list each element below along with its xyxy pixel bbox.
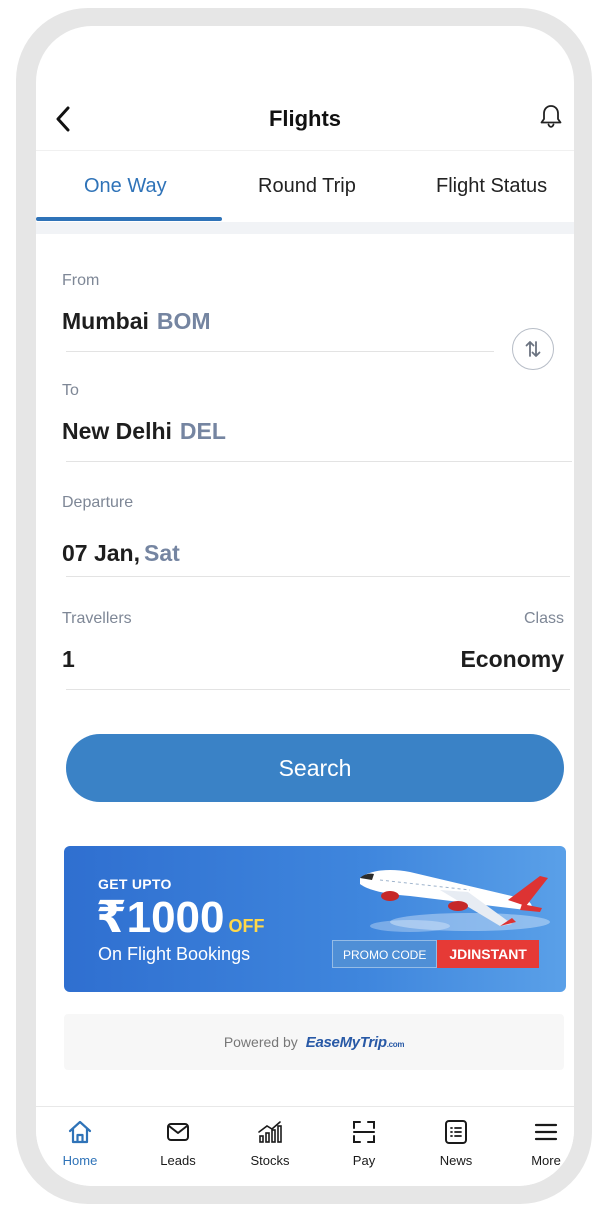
from-code: BOM xyxy=(156,308,211,334)
page-title: Flights xyxy=(268,106,342,131)
swap-arrows-icon xyxy=(525,341,541,357)
nav-home-label: Home xyxy=(62,1153,98,1168)
from-field[interactable]: Mumbai BOM xyxy=(62,308,211,335)
promo-amount: ₹1000 OFF xyxy=(96,892,265,943)
from-divider xyxy=(66,351,494,352)
promo-subtitle: On Flight Bookings xyxy=(98,944,251,964)
to-label: To xyxy=(62,382,79,399)
mail-icon xyxy=(167,1123,189,1141)
swap-button[interactable] xyxy=(512,328,554,370)
departure-date: 07 Jan, xyxy=(62,540,140,566)
class-label: Class xyxy=(523,610,564,627)
class-field[interactable]: Economy xyxy=(460,646,564,673)
app-header: Flights xyxy=(36,96,574,146)
nav-more[interactable]: More xyxy=(506,1117,574,1168)
travellers-label: Travellers xyxy=(62,610,132,627)
nav-news-label: News xyxy=(439,1153,473,1168)
nav-pay[interactable]: Pay xyxy=(324,1117,404,1168)
nav-leads-label: Leads xyxy=(160,1153,196,1168)
active-tab-indicator xyxy=(36,217,222,221)
tab-flight-status[interactable]: Flight Status xyxy=(436,175,547,198)
app-screen: Flights One Way Round Trip Flight Status… xyxy=(36,26,574,1186)
nav-pay-label: Pay xyxy=(352,1153,376,1168)
bell-icon xyxy=(540,105,562,128)
powered-by-text: Powered by xyxy=(223,1034,298,1050)
promo-banner[interactable]: GET UPTO ₹1000 OFF On Flight Bookings PRO… xyxy=(64,846,566,992)
to-divider xyxy=(66,461,572,462)
scan-icon xyxy=(353,1121,375,1143)
departure-label: Departure xyxy=(62,494,134,511)
menu-icon xyxy=(534,1123,558,1141)
search-button[interactable]: Search xyxy=(66,734,564,802)
news-icon xyxy=(445,1120,467,1144)
stocks-icon xyxy=(258,1121,282,1143)
from-label: From xyxy=(62,272,100,289)
airplane-icon xyxy=(360,870,550,932)
easemytrip-logo: EaseMyTrip.com xyxy=(305,1033,405,1051)
home-icon xyxy=(68,1120,92,1144)
departure-divider xyxy=(66,576,570,577)
travellers-field[interactable]: 1 xyxy=(62,646,75,673)
departure-day: Sat xyxy=(144,540,180,566)
bottom-navigation: Home Leads Stocks Pay News More xyxy=(36,1106,574,1186)
to-code: DEL xyxy=(179,418,226,444)
promo-amount-value: ₹1000 xyxy=(96,893,225,942)
promo-off: OFF xyxy=(228,916,265,936)
notifications-button[interactable] xyxy=(534,98,568,134)
trip-type-tabs: One Way Round Trip Flight Status xyxy=(36,150,574,222)
nav-more-label: More xyxy=(531,1153,561,1168)
promo-code-label: PROMO CODE xyxy=(332,940,438,968)
promo-get-upto: GET UPTO xyxy=(98,876,172,892)
tab-round-trip[interactable]: Round Trip xyxy=(258,175,356,198)
promo-code-value: JDINSTANT xyxy=(437,940,539,968)
nav-home[interactable]: Home xyxy=(40,1117,120,1168)
nav-news[interactable]: News xyxy=(416,1117,496,1168)
from-city: Mumbai xyxy=(62,308,149,334)
travellers-divider xyxy=(66,689,570,690)
nav-stocks-label: Stocks xyxy=(250,1153,290,1168)
nav-stocks[interactable]: Stocks xyxy=(230,1117,310,1168)
powered-by-bar: Powered by EaseMyTrip.com xyxy=(64,1014,564,1070)
departure-field[interactable]: 07 Jan, Sat xyxy=(62,540,180,567)
tab-one-way[interactable]: One Way xyxy=(84,175,167,198)
to-city: New Delhi xyxy=(62,418,172,444)
to-field[interactable]: New Delhi DEL xyxy=(62,418,226,445)
section-separator xyxy=(36,222,574,234)
promo-code: PROMO CODE JDINSTANT xyxy=(332,940,539,968)
nav-leads[interactable]: Leads xyxy=(138,1117,218,1168)
